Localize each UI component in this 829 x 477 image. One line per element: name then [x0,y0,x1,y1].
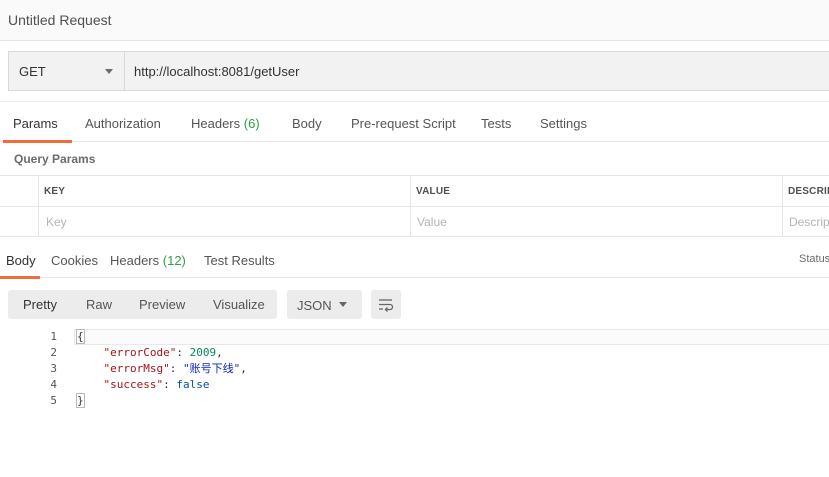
view-pretty-button[interactable]: Pretty [23,290,57,319]
tab-headers[interactable]: Headers (6) [191,102,260,142]
code-line: 5 } [0,393,829,409]
tab-label: Authorization [85,116,161,131]
tab-label: Body [6,253,36,268]
json-key: "success" [103,378,164,391]
line-number: 3 [50,362,57,375]
tab-body[interactable]: Body [292,102,322,142]
wrap-lines-button[interactable] [371,290,401,319]
code-line: 3 "errorMsg": "账号下线", [0,361,829,377]
tab-cookies[interactable]: Cookies [51,240,98,278]
response-headers-count-badge: (12) [162,253,186,268]
json-value: 2009 [189,346,217,359]
tab-label: Test Results [204,253,275,268]
column-header-description: DESCRIPTION [788,186,829,197]
format-label: JSON [297,298,332,313]
tab-label: Params [13,116,58,131]
status-label: Status [799,253,829,265]
tab-response-body[interactable]: Body [0,240,40,279]
code-line: 2 "errorCode": 2009, [0,345,829,361]
tab-settings[interactable]: Settings [540,102,587,142]
table-row [0,207,829,237]
tab-label: Headers [191,116,241,131]
request-title-bar: Untitled Request [0,0,829,41]
chevron-down-icon [339,302,347,307]
tab-pre-request-script[interactable]: Pre-request Script [351,102,456,142]
url-input[interactable] [126,52,829,90]
response-body-editor[interactable]: 1 { 2 "errorCode": 2009, 3 "errorMsg": "… [0,329,829,477]
tab-label: Cookies [51,253,98,268]
close-brace: } [76,393,85,408]
tab-label: Settings [540,116,587,131]
column-divider [38,176,39,237]
param-key-input[interactable] [46,212,406,232]
param-description-input[interactable] [789,212,829,232]
query-params-table: KEY VALUE DESCRIPTION [0,175,829,237]
line-number: 1 [50,330,57,343]
view-preview-button[interactable]: Preview [139,290,185,319]
json-key: "errorCode" [103,346,177,359]
line-number: 2 [50,346,57,359]
json-separator: , [216,346,223,359]
format-select[interactable]: JSON [287,290,362,319]
column-divider [410,176,411,237]
column-header-value: VALUE [416,186,451,197]
column-divider [782,176,783,237]
tab-authorization[interactable]: Authorization [85,102,161,142]
json-key: "errorMsg" [103,362,170,375]
view-visualize-button[interactable]: Visualize [213,290,265,319]
query-params-title: Query Params [14,152,96,166]
line-number: 5 [50,394,57,407]
json-value: false [176,378,210,391]
line-number: 4 [50,378,57,391]
code-line: 1 { [0,329,829,345]
code-line: 4 "success": false [0,377,829,393]
table-header-row: KEY VALUE DESCRIPTION [0,176,829,207]
request-title[interactable]: Untitled Request [8,12,112,28]
url-bar: GET [8,51,829,91]
json-value: "账号下线" [182,362,241,375]
tab-label: Pre-request Script [351,116,456,131]
tab-label: Tests [481,116,512,131]
request-tabs: Params Authorization Headers (6) Body Pr… [0,102,829,143]
column-header-key: KEY [44,186,66,197]
view-mode-group: Pretty Raw Preview Visualize [8,290,277,319]
wrap-lines-icon [379,299,394,312]
method-label: GET [19,64,46,79]
param-value-input[interactable] [417,212,777,232]
tab-label: Headers [110,253,160,268]
open-brace: { [76,329,85,344]
chevron-down-icon [105,69,113,74]
tab-tests[interactable]: Tests [481,102,511,142]
headers-count-badge: (6) [243,116,260,131]
tab-label: Body [292,116,322,131]
json-separator: , [240,362,247,375]
view-raw-button[interactable]: Raw [86,290,112,319]
tab-response-headers[interactable]: Headers (12) [110,240,186,278]
tab-params[interactable]: Params [3,102,72,143]
tab-test-results[interactable]: Test Results [204,240,275,278]
method-select[interactable]: GET [9,52,125,90]
response-tabs: Body Cookies Headers (12) Test Results [0,240,829,279]
